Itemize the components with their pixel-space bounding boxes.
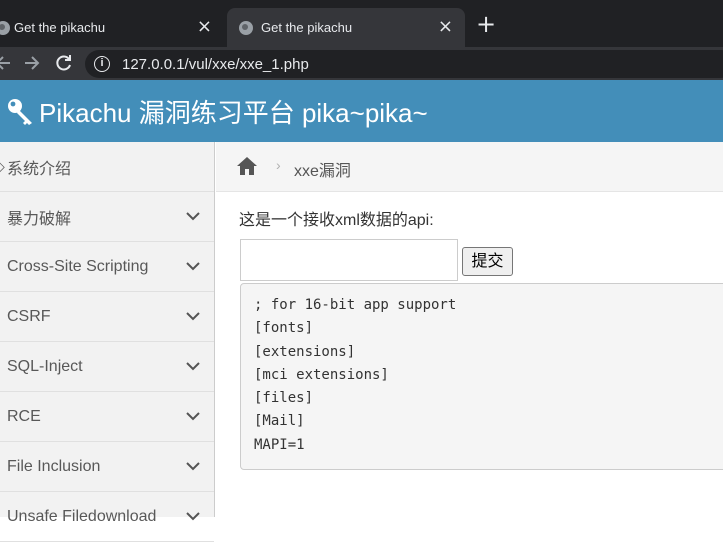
sidebar-item-label: CSRF	[7, 307, 51, 325]
home-icon[interactable]	[236, 156, 258, 176]
sidebar-item-intro[interactable]: ◇ 系统介绍	[0, 142, 214, 192]
tab-title: Get the pikachu	[261, 20, 353, 35]
menu-bullet-icon: ▪	[0, 259, 6, 275]
site-header: Pikachu 漏洞练习平台 pika~pika~	[0, 80, 723, 142]
close-icon[interactable]: ×	[438, 18, 453, 36]
tab-title: Get the pikachu	[14, 20, 106, 35]
sidebar-item-unsafe-filedownload[interactable]: ▪ Unsafe Filedownload	[0, 492, 214, 542]
site-title[interactable]: Pikachu 漏洞练习平台 pika~pika~	[39, 93, 428, 130]
sidebar-item-label: 暴力破解	[7, 210, 72, 228]
result-line: MAPI=1	[254, 436, 305, 453]
url-text: 127.0.0.1/vul/xxe/xxe_1.php	[122, 55, 309, 73]
address-bar[interactable]: i 127.0.0.1/vul/xxe/xxe_1.php	[85, 50, 723, 78]
sidebar-item-csrf[interactable]: ▪ CSRF	[0, 292, 214, 342]
xml-result-output: ; for 16-bit app support [fonts] [extens…	[240, 283, 723, 470]
sidebar-item-file-inclusion[interactable]: ▪ File Inclusion	[0, 442, 214, 492]
breadcrumb: › xxe漏洞	[216, 142, 723, 192]
site-info-icon[interactable]: i	[94, 56, 110, 72]
back-arrow-icon[interactable]	[0, 51, 14, 75]
sidebar-item-xss[interactable]: ▪ Cross-Site Scripting	[0, 242, 214, 292]
sidebar-item-label: 系统介绍	[7, 160, 72, 178]
browser-tab-2-active[interactable]: Get the pikachu ×	[227, 8, 465, 47]
xml-input[interactable]	[240, 239, 458, 281]
api-description: 这是一个接收xml数据的api:	[239, 212, 434, 229]
close-icon[interactable]: ×	[197, 18, 212, 36]
chevron-down-icon	[186, 462, 200, 471]
sidebar: ◇ 系统介绍 ▪ 暴力破解 ▪ Cross-Site Scripting ▪ C…	[0, 142, 215, 542]
breadcrumb-current: xxe漏洞	[294, 163, 351, 180]
result-line: [extensions]	[254, 343, 356, 360]
chevron-down-icon	[186, 512, 200, 521]
globe-icon	[239, 20, 253, 35]
result-line: [Mail]	[254, 413, 305, 430]
chevron-down-icon	[186, 262, 200, 271]
sidebar-item-rce[interactable]: ▪ RCE	[0, 392, 214, 442]
reload-icon[interactable]	[54, 51, 74, 75]
menu-bullet-icon: ▪	[0, 409, 6, 425]
menu-bullet-icon: ▪	[0, 359, 6, 375]
browser-tab-bar: Get the pikachu × Get the pikachu × +	[0, 0, 723, 47]
result-line: [files]	[254, 390, 314, 407]
chevron-down-icon	[186, 412, 200, 421]
key-icon	[8, 99, 32, 125]
chevron-down-icon	[186, 312, 200, 321]
sidebar-item-bruteforce[interactable]: ▪ 暴力破解	[0, 192, 214, 242]
forward-arrow-icon[interactable]	[22, 51, 42, 75]
sidebar-item-label: SQL-Inject	[7, 357, 83, 375]
menu-bullet-icon: ▪	[0, 459, 6, 475]
diamond-icon: ◇	[0, 158, 6, 175]
result-line: [fonts]	[254, 320, 314, 337]
browser-nav-bar: i 127.0.0.1/vul/xxe/xxe_1.php	[0, 47, 723, 80]
result-line: ; for 16-bit app support	[254, 297, 457, 313]
new-tab-plus-icon[interactable]: +	[476, 10, 496, 38]
chevron-down-icon	[186, 362, 200, 371]
browser-tab-1[interactable]: Get the pikachu ×	[0, 8, 224, 47]
sidebar-item-sql-inject[interactable]: ▪ SQL-Inject	[0, 342, 214, 392]
submit-button[interactable]: 提交	[462, 247, 513, 276]
globe-icon	[0, 20, 10, 35]
breadcrumb-separator-icon: ›	[276, 157, 281, 173]
chevron-down-icon	[186, 212, 200, 221]
sidebar-item-label: File Inclusion	[7, 457, 101, 475]
sidebar-item-label: Cross-Site Scripting	[7, 257, 149, 275]
sidebar-item-label: RCE	[7, 407, 41, 425]
menu-bullet-icon: ▪	[0, 209, 6, 225]
result-line: [mci extensions]	[254, 366, 389, 383]
menu-bullet-icon: ▪	[0, 309, 6, 325]
